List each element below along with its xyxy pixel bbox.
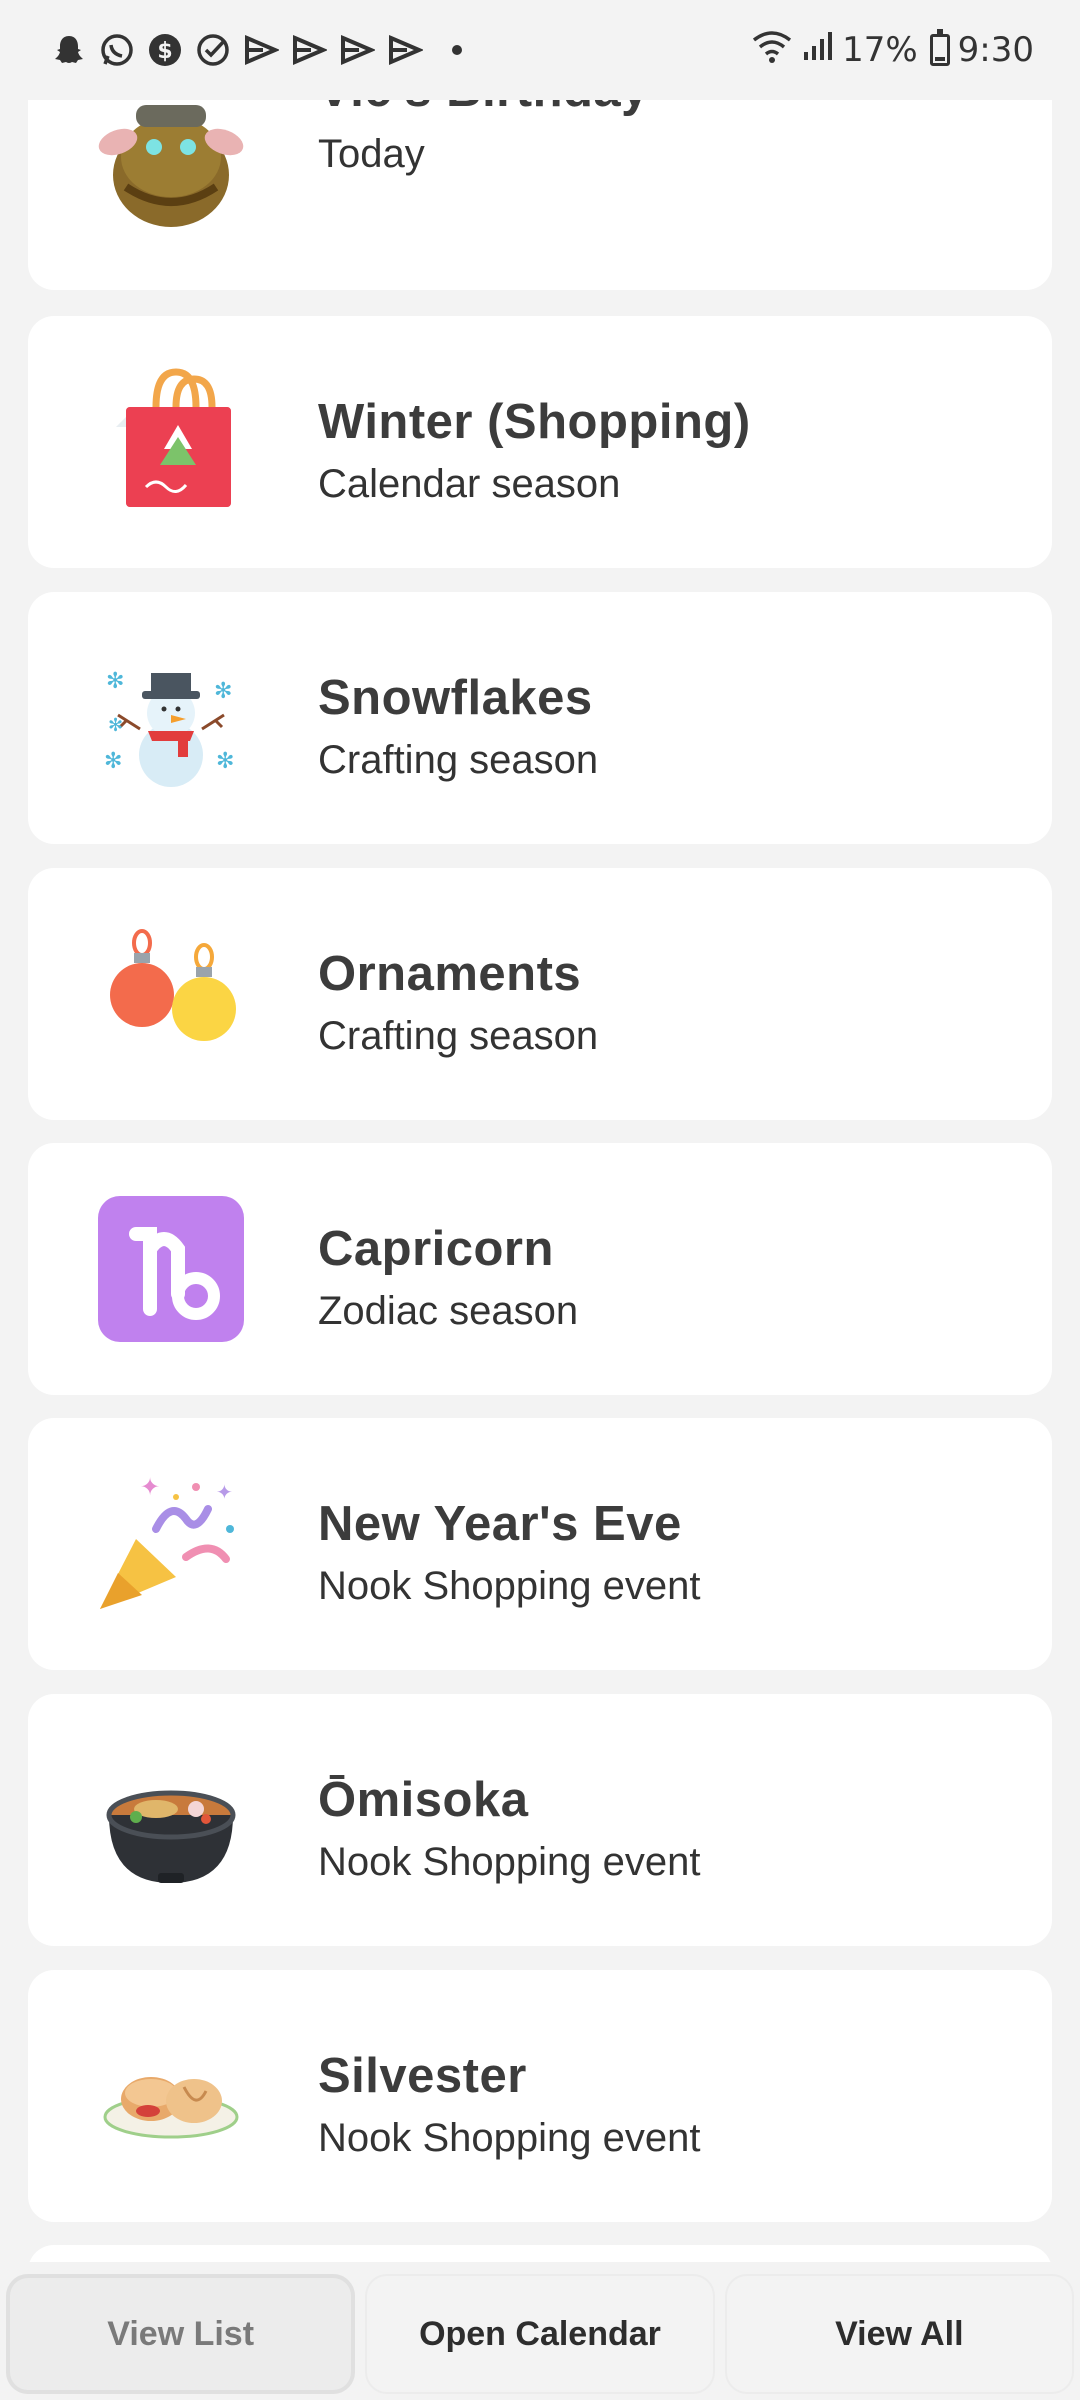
bottom-action-bar: View List Open Calendar View All: [0, 2262, 1080, 2400]
event-title: Ōmisoka: [318, 1773, 529, 1827]
event-card[interactable]: ✦ ✦ New Year's Eve Nook Shopping event: [28, 1418, 1052, 1670]
event-subtitle: Nook Shopping event: [318, 1840, 701, 1884]
svg-text:✻: ✻: [106, 669, 124, 694]
play-icon: [290, 31, 328, 69]
event-title: Snowflakes: [318, 671, 593, 725]
event-card[interactable]: Capricorn Zodiac season: [28, 1143, 1052, 1395]
party-popper-icon: ✦ ✦: [96, 1469, 246, 1619]
event-card[interactable]: Silvester Nook Shopping event: [28, 1970, 1052, 2222]
play-icon: [386, 31, 424, 69]
svg-text:✦: ✦: [216, 1480, 233, 1504]
event-subtitle: Nook Shopping event: [318, 2116, 701, 2160]
status-bar: $ 17% 9:30: [0, 0, 1080, 100]
wifi-icon: [750, 28, 794, 73]
clock: 9:30: [957, 30, 1034, 70]
view-list-button[interactable]: View List: [6, 2274, 356, 2394]
event-subtitle: Crafting season: [318, 738, 599, 782]
event-card[interactable]: Ōmisoka Nook Shopping event: [28, 1694, 1052, 1946]
villager-vic-icon: [96, 87, 246, 237]
pastries-icon: [96, 2021, 246, 2171]
svg-text:$: $: [157, 39, 172, 64]
snowman-icon: ✻ ✻ ✻ ✻ ✻: [96, 643, 246, 793]
view-all-button[interactable]: View All: [724, 2274, 1074, 2394]
event-subtitle: Calendar season: [318, 462, 621, 506]
cash-icon: $: [146, 31, 184, 69]
svg-text:✻: ✻: [104, 749, 122, 774]
event-list[interactable]: Vic's Birthday Today Winter (Shopping) C…: [0, 0, 1080, 2265]
notification-icons: $: [50, 31, 462, 69]
event-subtitle: Crafting season: [318, 1014, 599, 1058]
event-subtitle: Zodiac season: [318, 1289, 579, 1333]
event-title: Ornaments: [318, 947, 582, 1001]
battery-icon: [929, 29, 950, 66]
svg-text:✻: ✻: [108, 715, 123, 736]
event-subtitle: Nook Shopping event: [318, 1564, 701, 1608]
play-icon: [242, 31, 280, 69]
system-status: 17% 9:30: [750, 28, 1034, 73]
svg-text:✻: ✻: [216, 749, 234, 774]
svg-text:✻: ✻: [214, 679, 232, 704]
event-card[interactable]: Winter (Shopping) Calendar season: [28, 316, 1052, 568]
event-title: Silvester: [318, 2049, 527, 2103]
open-calendar-button[interactable]: Open Calendar: [365, 2274, 715, 2394]
noodle-bowl-icon: [96, 1745, 246, 1895]
event-title: Winter (Shopping): [318, 395, 751, 449]
more-notifications-dot: [452, 45, 462, 55]
svg-text:✦: ✦: [140, 1473, 160, 1501]
capricorn-icon: [96, 1194, 246, 1344]
battery-percent: 17%: [842, 30, 918, 70]
event-subtitle: Today: [318, 132, 425, 176]
check-circle-icon: [194, 31, 232, 69]
ornaments-icon: [96, 919, 246, 1069]
play-icon: [338, 31, 376, 69]
shopping-bag-icon: [96, 367, 246, 517]
whatsapp-icon: [98, 31, 136, 69]
event-title: New Year's Eve: [318, 1497, 682, 1551]
event-card[interactable]: ✻ ✻ ✻ ✻ ✻ Snowflakes Crafting season: [28, 592, 1052, 844]
signal-icon: [802, 30, 834, 71]
snapchat-icon: [50, 31, 88, 69]
event-card[interactable]: Ornaments Crafting season: [28, 868, 1052, 1120]
event-title: Capricorn: [318, 1222, 554, 1276]
